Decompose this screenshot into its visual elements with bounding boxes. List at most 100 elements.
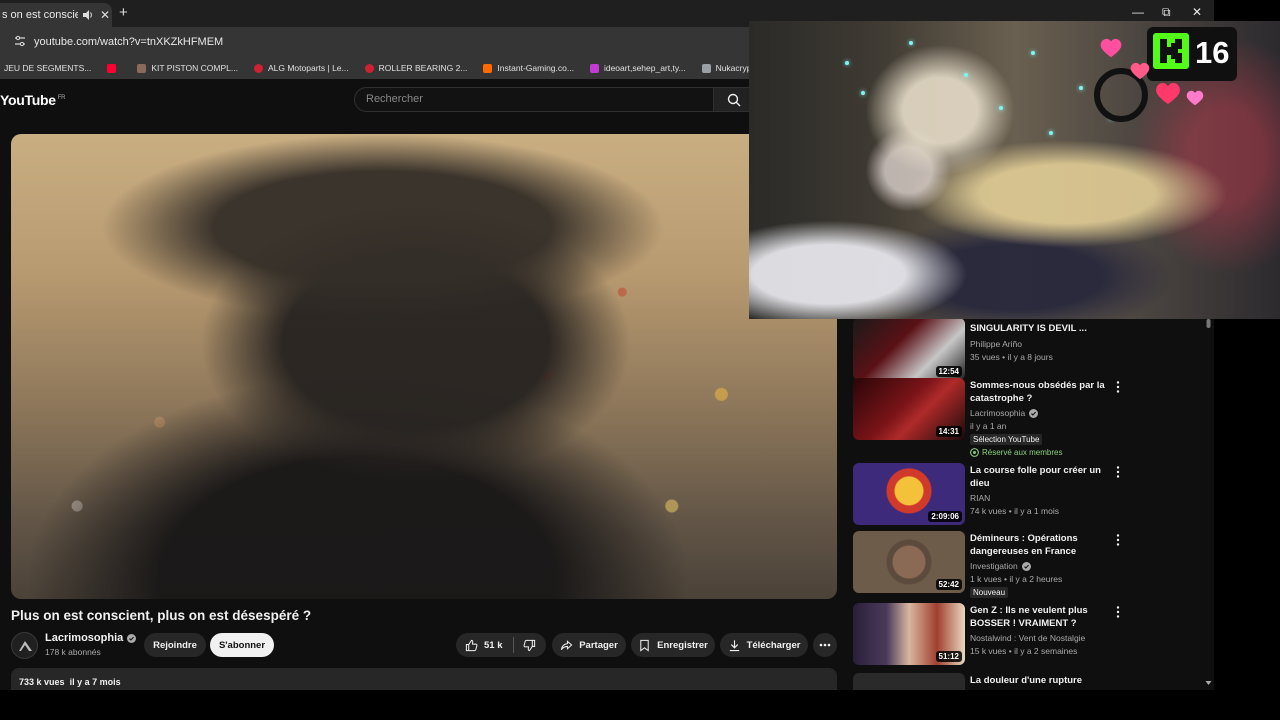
- verified-icon: [1029, 408, 1039, 418]
- duration-badge: 12:54: [935, 366, 962, 377]
- search-button[interactable]: [714, 87, 754, 112]
- video-thumbnail[interactable]: [853, 673, 965, 690]
- url-input[interactable]: youtube.com/watch?v=tnXKZkHFMEM: [34, 36, 223, 48]
- verified-icon: [127, 633, 137, 643]
- youtube-selection-badge: Sélection YouTube: [970, 434, 1043, 445]
- join-button[interactable]: Rejoindre: [144, 633, 206, 657]
- recommendations-panel: 12:54 SINGULARITY IS DEVIL ... Philippe …: [850, 319, 1214, 690]
- taskbar: [0, 690, 1280, 720]
- more-vertical-icon[interactable]: [1115, 465, 1121, 479]
- heart-icon: [1100, 38, 1122, 58]
- channel-logo-icon: [19, 641, 32, 651]
- divider: [512, 637, 514, 653]
- like-dislike-group: 51 k: [456, 633, 546, 657]
- new-tab-icon[interactable]: +: [119, 4, 128, 21]
- download-icon: [729, 639, 739, 651]
- fairy-light: [861, 91, 865, 95]
- bookmark-favicon: [137, 63, 147, 73]
- more-vertical-icon[interactable]: [1115, 380, 1121, 394]
- more-horizontal-icon: [819, 643, 831, 647]
- search-placeholder: Rechercher: [366, 93, 423, 105]
- bookmark-favicon: [364, 63, 374, 73]
- fairy-light: [964, 73, 968, 77]
- rec-channel[interactable]: Nostalwind : Vent de Nostalgie: [970, 633, 1085, 643]
- fairy-light: [909, 41, 913, 45]
- share-button[interactable]: Partager: [552, 633, 626, 657]
- like-count[interactable]: 51 k: [484, 640, 503, 651]
- viewer-count: 16: [1195, 35, 1230, 70]
- bookmark-item[interactable]: KIT PISTON COMPL...: [137, 63, 238, 73]
- rec-channel[interactable]: RIAN: [970, 493, 990, 503]
- address-bar: youtube.com/watch?v=tnXKZkHFMEM: [0, 27, 750, 57]
- video-meta: 733 k vues il y a 7 mois: [19, 677, 121, 687]
- rec-meta: il y a 1 an: [970, 421, 1007, 431]
- channel-name[interactable]: Lacrimosophia: [45, 632, 137, 644]
- rec-title[interactable]: Démineurs : Opérations dangereuses en Fr…: [970, 532, 1110, 558]
- rec-channel[interactable]: Philippe Ariño: [970, 339, 1022, 349]
- scrollbar[interactable]: [1205, 319, 1212, 690]
- video-thumbnail[interactable]: 52:42: [853, 531, 965, 593]
- bookmark-favicon: [589, 63, 599, 73]
- bookmark-item[interactable]: Instant-Gaming.co...: [483, 63, 574, 73]
- bookmark-item[interactable]: ALG Motoparts | Le...: [253, 63, 349, 73]
- video-thumbnail[interactable]: 14:31: [853, 378, 965, 440]
- heart-icon: [1186, 90, 1204, 106]
- video-thumbnail[interactable]: 2:09:06: [853, 463, 965, 525]
- like-icon[interactable]: [465, 639, 478, 652]
- subscribe-button[interactable]: S'abonner: [210, 633, 274, 657]
- search-input[interactable]: Rechercher: [354, 87, 714, 112]
- bookmark-item[interactable]: JEU DE SEGMENTS...: [4, 63, 91, 73]
- more-vertical-icon[interactable]: [1115, 533, 1121, 547]
- fairy-light: [1079, 86, 1083, 90]
- fairy-light: [1031, 51, 1035, 55]
- bookmark-item[interactable]: Nukacrypt - All Thin...: [701, 63, 750, 73]
- members-only-badge: Réservé aux membres: [970, 447, 1065, 458]
- video-thumbnail[interactable]: 12:54: [853, 319, 965, 380]
- rec-title[interactable]: Gen Z : Ils ne veulent plus BOSSER ! VRA…: [970, 604, 1110, 630]
- new-badge: Nouveau: [970, 587, 1009, 598]
- save-button[interactable]: Enregistrer: [631, 633, 715, 657]
- verified-icon: [1021, 561, 1031, 571]
- youtube-logo[interactable]: YouTube FR: [0, 92, 65, 108]
- bookmark-item[interactable]: ROLLER BEARING 2...: [364, 63, 467, 73]
- rec-title[interactable]: Sommes-nous obsédés par la catastrophe ?: [970, 379, 1110, 405]
- rec-title[interactable]: La douleur d'une rupture: [970, 674, 1110, 687]
- youtube-icon: [107, 63, 117, 73]
- bookmark-icon: [640, 639, 649, 652]
- video-player[interactable]: [11, 134, 837, 599]
- minimize-icon[interactable]: —: [1132, 5, 1144, 19]
- fairy-light: [845, 61, 849, 65]
- download-button[interactable]: Télécharger: [720, 633, 808, 657]
- browser-tab[interactable]: s on est conscient, pl ✕: [0, 3, 112, 27]
- bookmark-favicon: [483, 63, 493, 73]
- search-icon: [727, 93, 741, 107]
- duration-badge: 52:42: [935, 579, 962, 590]
- more-actions-button[interactable]: [813, 633, 837, 657]
- rec-channel[interactable]: Investigation: [970, 561, 1031, 571]
- bookmark-item[interactable]: [107, 63, 121, 73]
- bookmark-item[interactable]: ideoart,sehep_art,ty...: [589, 63, 686, 73]
- subscriber-count: 178 k abonnés: [45, 647, 101, 657]
- video-thumbnail[interactable]: 51:12: [853, 603, 965, 665]
- more-vertical-icon[interactable]: [1115, 605, 1121, 619]
- bookmark-favicon: [253, 63, 263, 73]
- rec-title[interactable]: La course folle pour créer un dieu: [970, 464, 1110, 490]
- viewer-count-badge: 16: [1147, 27, 1237, 81]
- close-window-icon[interactable]: ✕: [1192, 5, 1202, 19]
- bookmark-favicon: [701, 63, 711, 73]
- channel-avatar[interactable]: [11, 632, 38, 659]
- restore-icon[interactable]: ⧉: [1162, 5, 1171, 20]
- close-tab-icon[interactable]: ✕: [100, 8, 110, 22]
- duration-badge: 2:09:06: [928, 511, 962, 522]
- speaker-icon[interactable]: [82, 9, 94, 21]
- description-box[interactable]: 733 k vues il y a 7 mois: [11, 668, 837, 690]
- site-info-icon[interactable]: [14, 35, 26, 47]
- rec-channel[interactable]: Lacrimosophia: [970, 408, 1039, 418]
- rec-title[interactable]: SINGULARITY IS DEVIL ...: [970, 322, 1110, 335]
- heart-icon: [1156, 83, 1180, 104]
- dislike-icon[interactable]: [523, 639, 536, 652]
- duration-badge: 51:12: [935, 651, 962, 662]
- kick-logo-icon: [1153, 33, 1189, 69]
- tab-title: s on est conscient, pl: [2, 9, 78, 21]
- fairy-light: [999, 106, 1003, 110]
